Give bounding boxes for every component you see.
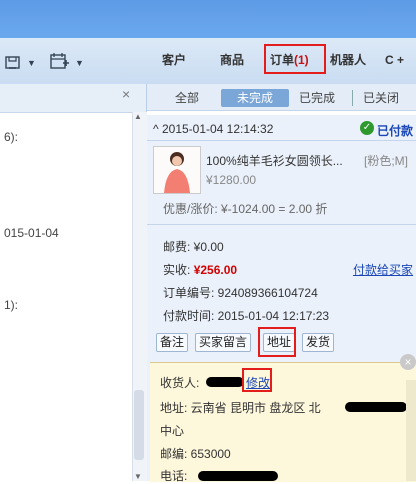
order-number: 订单编号: 924089366104724 (163, 286, 318, 300)
left-text-line: 015-01-04 (4, 226, 59, 240)
left-text-line: 1): (4, 298, 19, 312)
close-icon[interactable]: × (122, 86, 130, 102)
tab-orders[interactable]: 订单(1) (270, 50, 309, 70)
highlight-box (242, 368, 272, 392)
filter-completed[interactable]: 已完成 (299, 89, 335, 107)
scrollbar-thumb[interactable] (134, 390, 144, 460)
order-status: 已付款 (377, 124, 414, 138)
order-datetime[interactable]: ^ 2015-01-04 12:14:32 (153, 122, 273, 136)
divider (352, 90, 353, 106)
product-title[interactable]: 100%纯羊毛衫女圆领长... (206, 152, 343, 169)
filter-all[interactable]: 全部 (175, 89, 199, 107)
filter-incomplete[interactable]: 未完成 (221, 89, 289, 107)
tab-orders-count: (1) (294, 53, 309, 67)
product-thumbnail[interactable] (153, 146, 201, 194)
paid-value: ¥256.00 (193, 263, 238, 277)
address-line-2: 中心 (160, 424, 185, 438)
divider (147, 140, 416, 141)
save-icon[interactable] (5, 54, 21, 70)
receiver-label: 收货人: (160, 376, 200, 390)
phone-label: 电话: (160, 469, 188, 483)
shipping-fee: 邮费: ¥0.00 (163, 240, 224, 254)
pay-to-seller-link[interactable]: 付款给买家 (353, 261, 413, 278)
redaction-bar (345, 402, 407, 412)
redaction-bar (198, 471, 278, 481)
paid-label: 实收: (163, 263, 191, 277)
check-icon: ✓ (360, 121, 374, 135)
scroll-down-icon[interactable]: ▼ (134, 472, 142, 481)
product-variant: [粉色;M] (364, 154, 408, 168)
paid-amount: 实收: ¥256.00 (163, 261, 237, 278)
scrollbar[interactable] (406, 380, 416, 481)
note-button[interactable]: 备注 (156, 333, 189, 352)
address-line: 地址: 云南省 昆明市 盘龙区 北 (160, 401, 321, 415)
zip-code: 邮编: 653000 (160, 447, 231, 461)
chevron-down-icon[interactable]: ▼ (75, 58, 84, 68)
discount-info: 优惠/涨价: ¥-1024.00 = 2.00 折 (163, 202, 328, 216)
tab-robot[interactable]: 机器人 (330, 50, 366, 70)
pay-time: 付款时间: 2015-01-04 12:17:23 (163, 309, 330, 323)
filter-closed[interactable]: 已关闭 (363, 89, 399, 107)
close-icon[interactable]: × (400, 354, 416, 370)
left-text-line: 6): (4, 130, 19, 144)
redaction-bar (206, 377, 244, 387)
tab-more[interactable]: C + (385, 50, 404, 70)
shipping-button[interactable]: 发货 (302, 333, 335, 352)
product-price: ¥1280.00 (206, 173, 257, 187)
window-top-strip (0, 0, 416, 38)
buyer-message-button[interactable]: 买家留言 (195, 333, 252, 352)
tab-orders-label: 订单 (270, 53, 295, 67)
tab-products[interactable]: 商品 (220, 50, 244, 70)
chevron-down-icon[interactable]: ▼ (27, 58, 36, 68)
divider (147, 224, 416, 225)
left-pane (0, 84, 147, 481)
calendar-add-icon[interactable] (50, 52, 69, 69)
tab-customers[interactable]: 客户 (162, 50, 186, 70)
highlight-box (258, 327, 296, 357)
scroll-up-icon[interactable]: ▲ (134, 112, 142, 121)
